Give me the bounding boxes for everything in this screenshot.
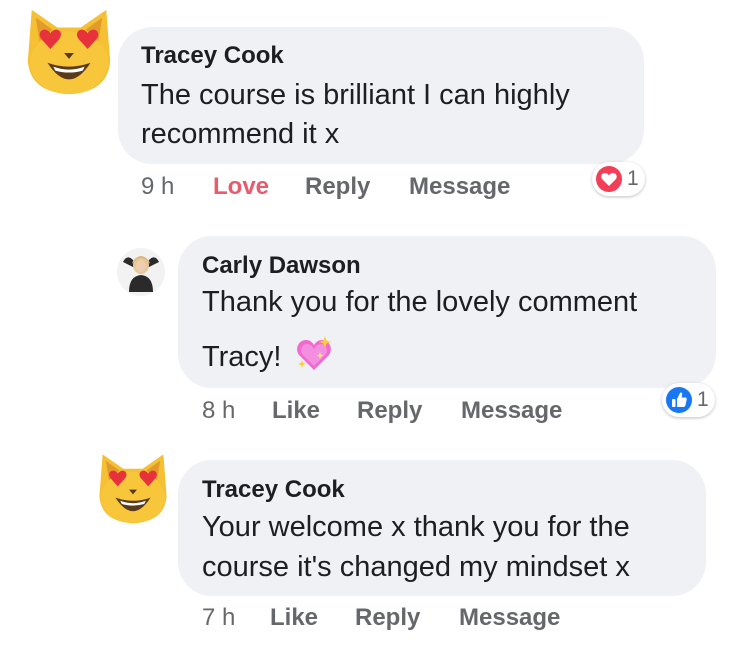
sparkling-heart-icon xyxy=(296,336,331,370)
like-button[interactable]: Like xyxy=(270,604,318,632)
heart-eyes-cat-icon xyxy=(93,448,173,528)
reaction-badge[interactable]: 1 xyxy=(592,162,645,196)
message-button[interactable]: Message xyxy=(461,397,562,425)
comment-text-line: Thank you for the lovely comment xyxy=(202,286,638,318)
reply-button[interactable]: Reply xyxy=(305,173,370,201)
comment-author[interactable]: Tracey Cook xyxy=(141,42,284,70)
comment-author[interactable]: Tracey Cook xyxy=(202,476,345,504)
reply-button[interactable]: Reply xyxy=(355,604,420,632)
comment-text-fragment: Tracy! xyxy=(202,341,282,373)
comment-text-line: course it's changed my mindset x xyxy=(202,551,630,583)
comment-time: 8 h xyxy=(202,397,236,424)
heart-icon xyxy=(596,166,622,192)
comment-text-line: recommend it x xyxy=(141,118,340,150)
user-photo-avatar xyxy=(117,248,165,296)
avatar[interactable] xyxy=(93,448,173,528)
avatar[interactable] xyxy=(117,248,165,296)
reaction-badge[interactable]: 1 xyxy=(662,383,715,417)
thumbs-up-icon xyxy=(666,387,692,413)
comment-time: 7 h xyxy=(202,604,236,631)
comment-text-line: The course is brilliant I can highly xyxy=(141,79,570,111)
message-button[interactable]: Message xyxy=(459,604,560,632)
message-button[interactable]: Message xyxy=(409,173,510,201)
comment-time: 9 h xyxy=(141,173,175,200)
comment-text-line: Your welcome x thank you for the xyxy=(202,511,630,543)
love-button[interactable]: Love xyxy=(213,173,269,201)
heart-eyes-cat-icon xyxy=(20,2,118,100)
reaction-count: 1 xyxy=(697,388,709,411)
reply-button[interactable]: Reply xyxy=(357,397,422,425)
avatar[interactable] xyxy=(20,2,118,100)
comment-author[interactable]: Carly Dawson xyxy=(202,252,361,280)
reaction-count: 1 xyxy=(627,167,639,190)
comment-text-line: Tracy! xyxy=(202,334,334,377)
like-button[interactable]: Like xyxy=(272,397,320,425)
